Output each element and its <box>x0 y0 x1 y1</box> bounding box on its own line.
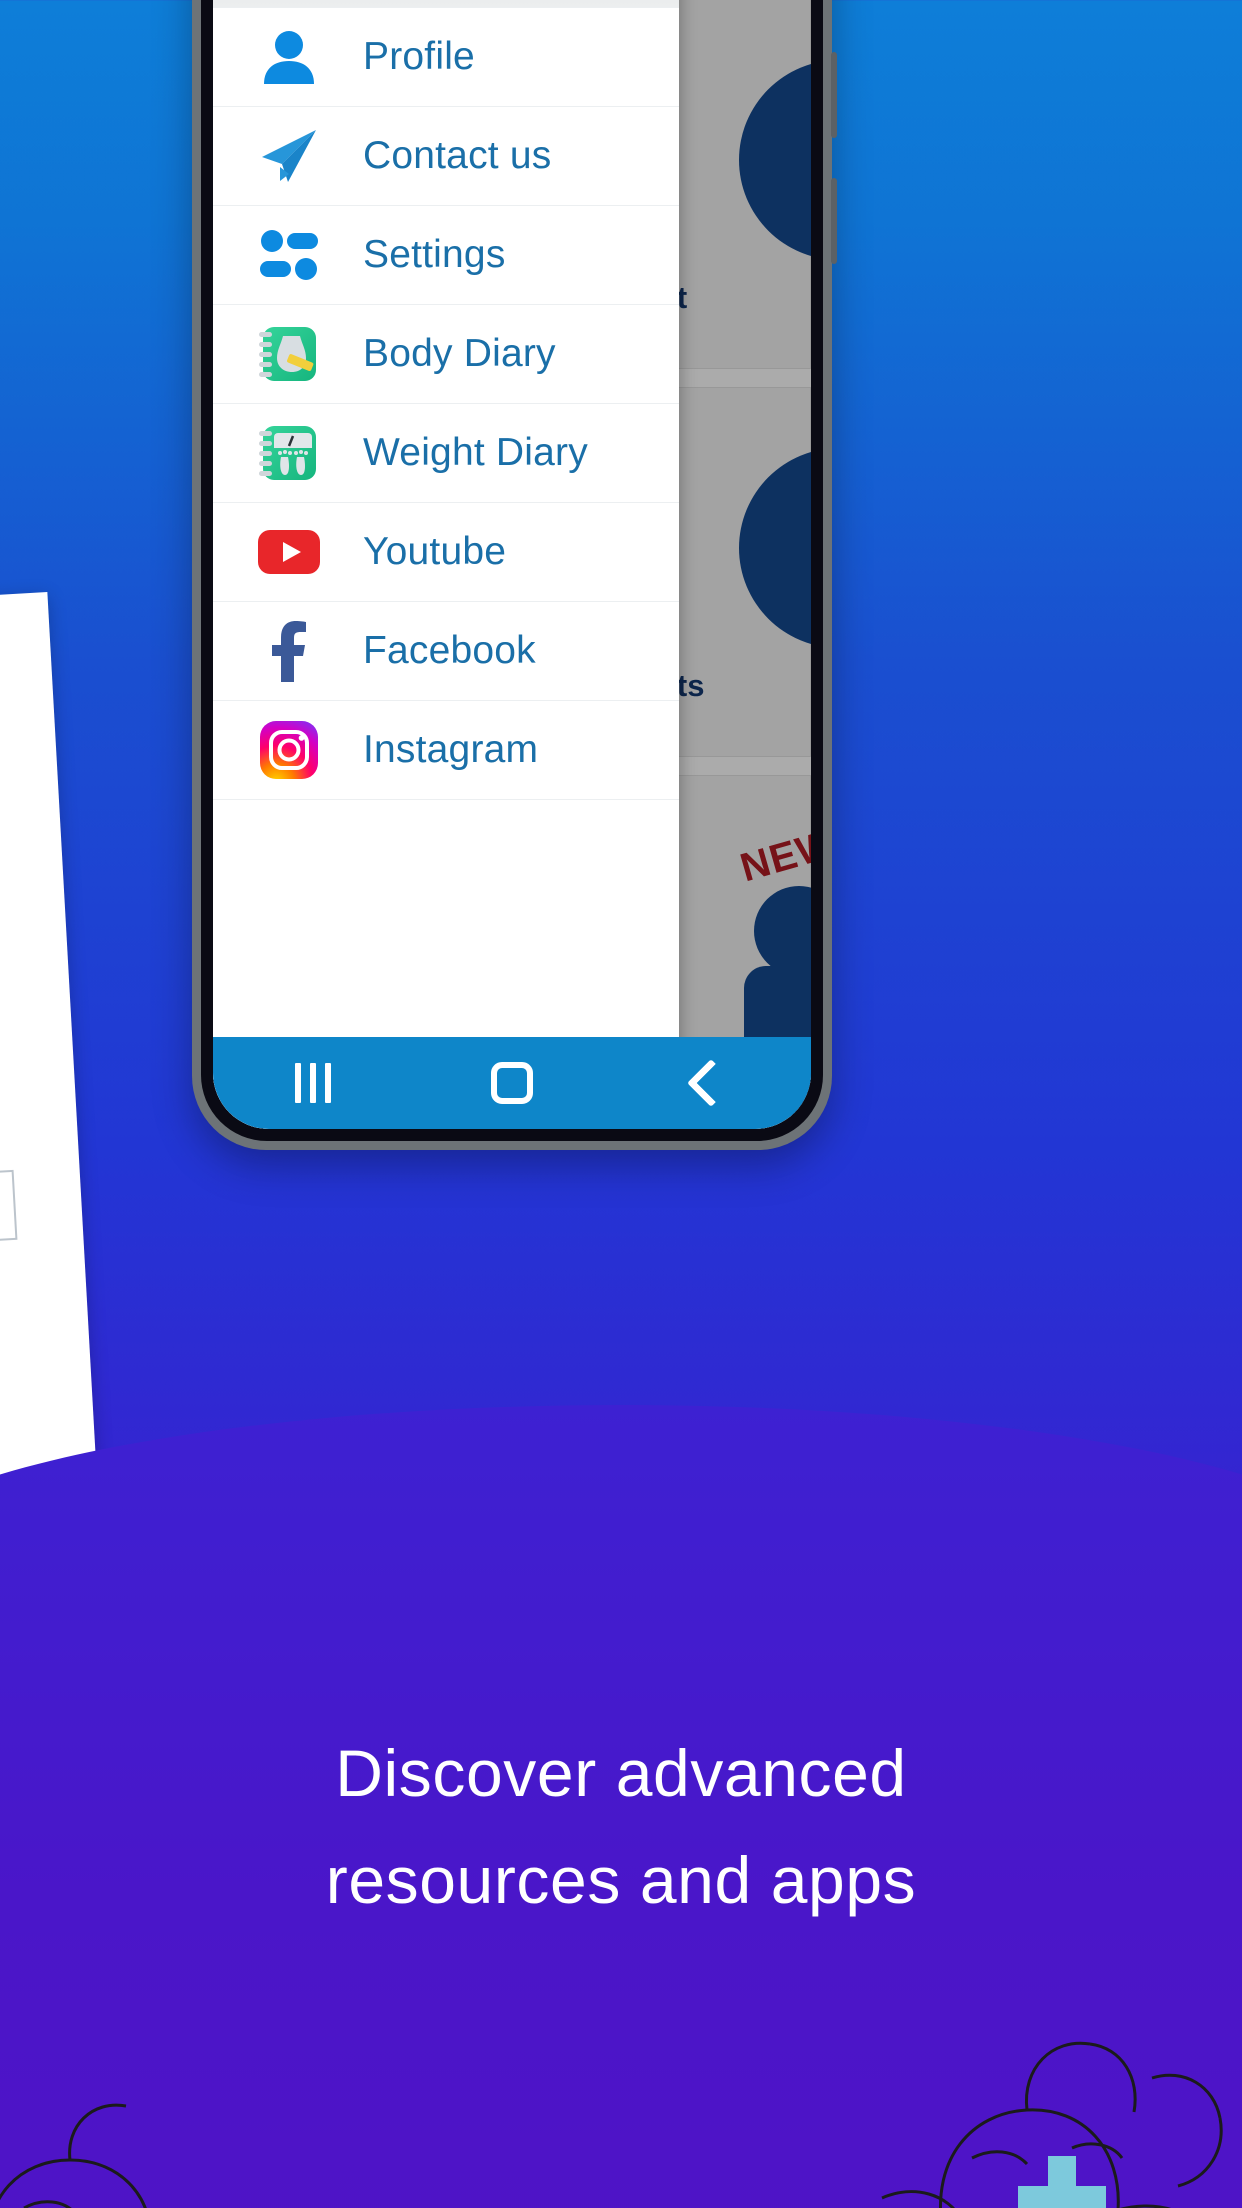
weight-diary-icon <box>253 420 325 486</box>
caption-line-1: Discover advanced <box>335 1736 907 1810</box>
nav-back-button[interactable] <box>656 1053 766 1113</box>
drawer-item-facebook[interactable]: Facebook <box>213 602 680 701</box>
drawer-item-settings[interactable]: Settings <box>213 206 680 305</box>
caption-line-2: resources and apps <box>325 1842 917 1917</box>
youtube-icon <box>253 519 325 585</box>
navigation-drawer: Calculators Profile <box>213 0 680 1129</box>
android-navigation-bar <box>213 1037 811 1129</box>
decorative-paper-left: n : se <box>0 592 97 1478</box>
drawer-item-weight-diary[interactable]: Weight Diary <box>213 404 680 503</box>
drawer-item-label: Profile <box>363 35 475 78</box>
drawer-item-body-diary[interactable]: Body Diary <box>213 305 680 404</box>
drawer-item-label: Facebook <box>363 629 536 672</box>
nav-recents-button[interactable] <box>258 1053 368 1113</box>
drawer-item-contact-us[interactable]: Contact us <box>213 107 680 206</box>
drawer-item-calculators[interactable]: Calculators <box>213 0 680 8</box>
phone-button-volume[interactable] <box>831 52 837 138</box>
nav-home-button[interactable] <box>457 1053 567 1113</box>
drawer-item-youtube[interactable]: Youtube <box>213 503 680 602</box>
drawer-item-label: Settings <box>363 233 506 276</box>
drawer-item-label: Weight Diary <box>363 431 588 474</box>
instagram-icon <box>253 717 325 783</box>
drawer-item-label: Youtube <box>363 530 507 573</box>
drawer-item-profile[interactable]: Profile <box>213 8 680 107</box>
drawer-item-label: Contact us <box>363 134 552 177</box>
facebook-icon <box>253 618 325 684</box>
settings-icon <box>253 222 325 288</box>
phone-button-power[interactable] <box>831 178 837 264</box>
phone-screen: nt nts NEW nents <box>213 0 811 1129</box>
body-diary-icon <box>253 321 325 387</box>
phone-mockup: nt nts NEW nents <box>192 0 837 1150</box>
drawer-item-label: Body Diary <box>363 332 556 375</box>
promo-caption: Discover advanced resources and apps <box>0 1720 1242 1934</box>
profile-icon <box>253 24 325 90</box>
home-icon <box>490 1062 533 1104</box>
recents-icon <box>294 1063 331 1103</box>
send-icon <box>253 123 325 189</box>
drawer-item-label: Instagram <box>363 728 539 771</box>
back-icon <box>687 1058 736 1108</box>
drawer-item-instagram[interactable]: Instagram <box>213 701 680 800</box>
